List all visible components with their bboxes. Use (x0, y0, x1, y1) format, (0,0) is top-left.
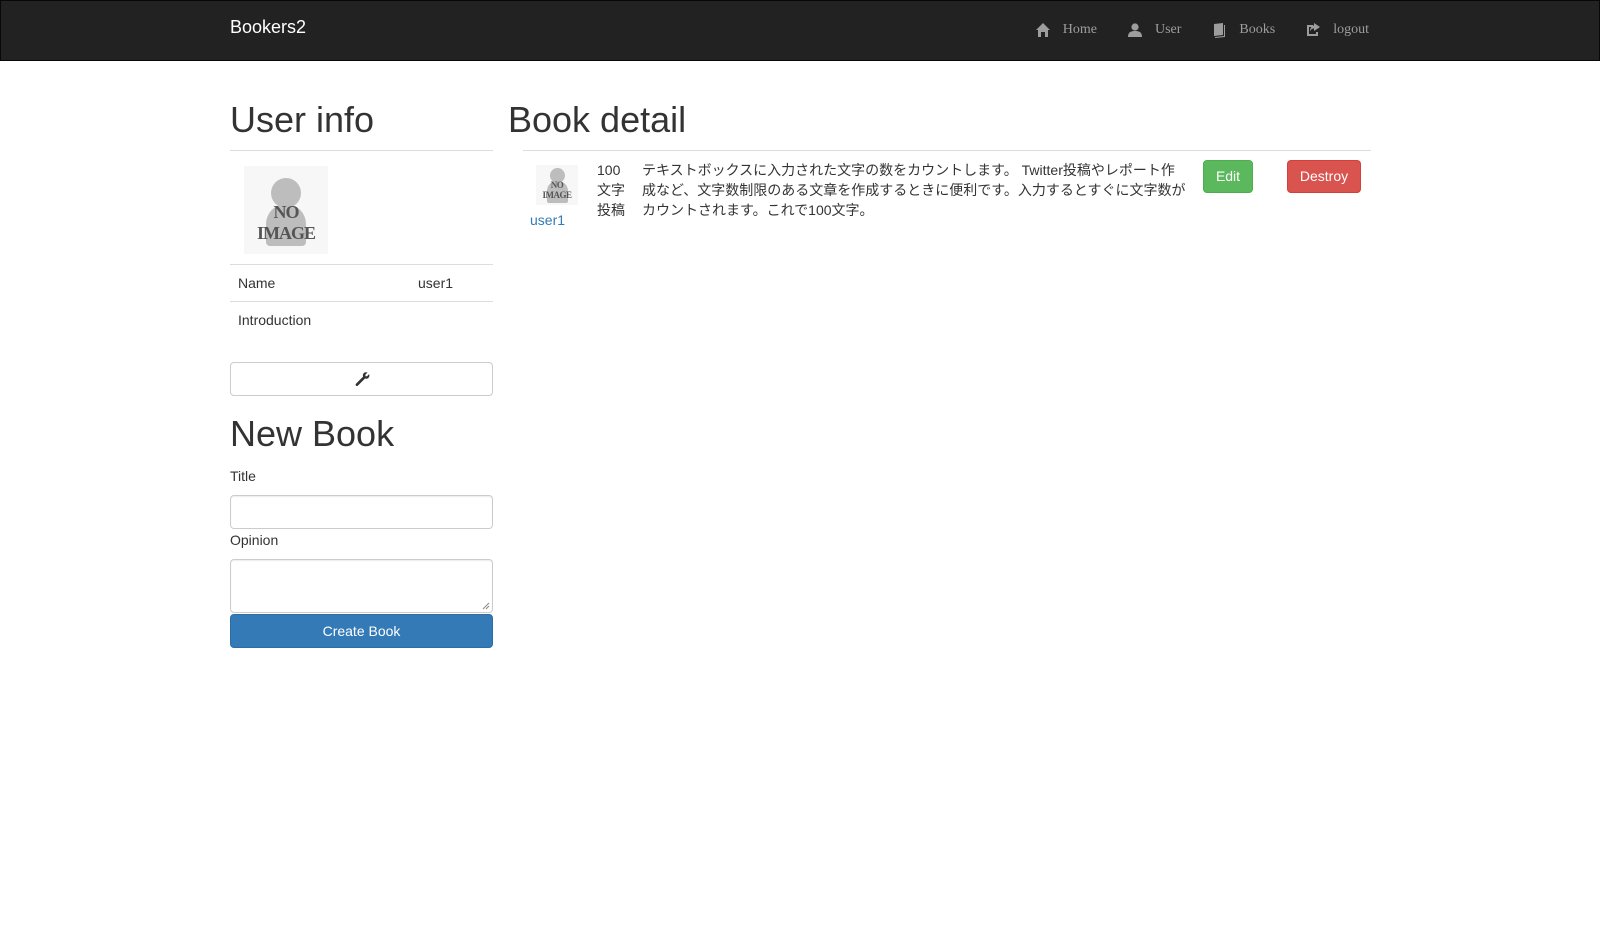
nav-item-label: User (1154, 22, 1182, 37)
title-label: Title (230, 468, 256, 484)
info-value: user1 (418, 275, 454, 291)
avatar-placeholder-text: NO IMAGE (542, 180, 573, 200)
avatar-placeholder-text: NO IMAGE (257, 202, 316, 243)
resize-grip-icon[interactable] (482, 602, 490, 610)
info-row-name: Name user1 (230, 264, 493, 301)
nav-item-label: Books (1239, 22, 1276, 37)
book-icon (1214, 23, 1226, 38)
edit-book-button[interactable]: Edit (1203, 160, 1253, 193)
navbar: Bookers2 Home User Books logout (0, 0, 1600, 61)
opinion-label: Opinion (230, 532, 279, 548)
book-body: テキストボックスに入力された文字の数をカウントします。 Twitter投稿やレポ… (642, 162, 1186, 218)
info-row-introduction: Introduction (230, 301, 493, 338)
user-icon (1127, 23, 1142, 37)
profile-avatar: NO IMAGE (244, 166, 328, 254)
destroy-book-button[interactable]: Destroy (1287, 160, 1361, 193)
divider (230, 150, 493, 151)
book-user-avatar[interactable]: NO IMAGE (536, 165, 578, 205)
info-key: Introduction (238, 312, 312, 328)
nav-menu: Home User Books logout (1005, 19, 1369, 41)
home-icon (1035, 23, 1050, 37)
book-detail-heading: Book detail (508, 99, 687, 140)
opinion-textarea[interactable] (230, 559, 493, 613)
nav-item-user[interactable]: User (1127, 19, 1181, 41)
book-title: 100文字投稿 (597, 162, 625, 218)
title-input[interactable] (230, 495, 493, 529)
nav-item-home[interactable]: Home (1035, 19, 1097, 41)
create-book-button[interactable]: Create Book (230, 614, 493, 648)
nav-item-logout[interactable]: logout (1305, 19, 1369, 41)
wrench-icon (355, 372, 370, 387)
book-user-link[interactable]: user1 (530, 212, 565, 228)
user-info-heading: User info (230, 99, 375, 140)
nav-item-label: Home (1062, 22, 1097, 37)
divider (523, 150, 1371, 151)
nav-item-label: logout (1333, 22, 1369, 37)
new-book-heading: New Book (230, 413, 395, 454)
info-key: Name (238, 275, 276, 291)
logout-icon (1307, 23, 1321, 36)
edit-profile-button[interactable] (230, 362, 493, 396)
nav-item-books[interactable]: Books (1211, 19, 1275, 41)
brand-logo[interactable]: Bookers2 (230, 17, 306, 38)
